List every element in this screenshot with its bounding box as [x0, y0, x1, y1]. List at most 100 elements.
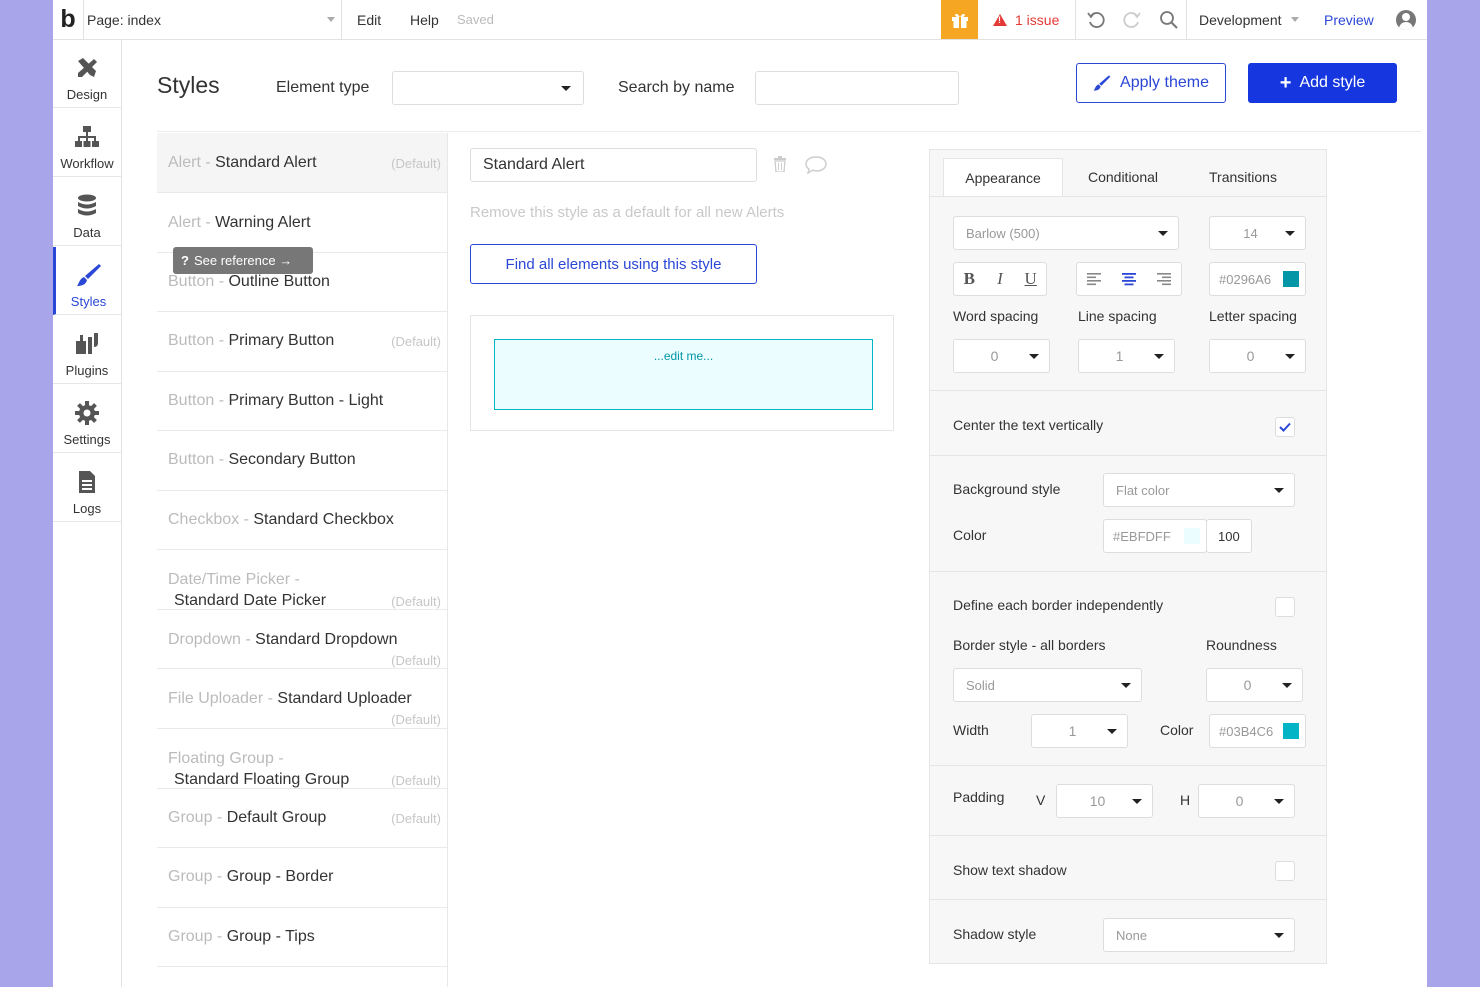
- nav-plugins[interactable]: Plugins: [53, 316, 121, 384]
- preview-alert: ...edit me...: [494, 339, 873, 410]
- default-badge: (Default): [391, 811, 441, 826]
- checkmark-icon: [1279, 422, 1291, 432]
- style-name: Warning Alert: [215, 214, 311, 231]
- style-category: Button -: [168, 273, 225, 290]
- page-selector[interactable]: Page: index: [87, 0, 337, 39]
- font-size-select[interactable]: 14: [1209, 216, 1306, 250]
- border-width-select[interactable]: 1: [1031, 714, 1128, 748]
- account-button[interactable]: [1395, 0, 1417, 39]
- style-list-item[interactable]: Group - Group - Border: [157, 848, 447, 908]
- style-list-item[interactable]: Button - Secondary Button: [157, 431, 447, 491]
- undo-button[interactable]: [1081, 0, 1111, 39]
- border-color-value: #03B4C6: [1219, 723, 1274, 739]
- bold-button[interactable]: B: [957, 269, 981, 289]
- roundness-select[interactable]: 0: [1206, 668, 1303, 702]
- padding-h-label: H: [1180, 792, 1191, 808]
- preview-link[interactable]: Preview: [1324, 0, 1374, 39]
- border-independent-checkbox[interactable]: [1275, 597, 1295, 617]
- style-list-item[interactable]: Alert - Standard Alert (Default): [157, 133, 447, 193]
- style-list-item[interactable]: Alert - Warning Alert: [157, 193, 447, 253]
- padding-vertical-select[interactable]: 10: [1056, 784, 1153, 818]
- text-shadow-checkbox[interactable]: [1275, 861, 1295, 881]
- style-category: Dropdown -: [168, 631, 251, 648]
- nav-design[interactable]: Design: [53, 40, 121, 108]
- trash-icon[interactable]: [773, 156, 787, 172]
- issues-indicator[interactable]: 1 issue: [993, 0, 1059, 39]
- apply-theme-button[interactable]: Apply theme: [1076, 63, 1226, 103]
- border-color-picker[interactable]: #03B4C6: [1209, 714, 1306, 748]
- style-list-item[interactable]: Group - Group - Tips: [157, 908, 447, 967]
- menu-edit[interactable]: Edit: [357, 0, 381, 39]
- style-list-item[interactable]: Checkbox - Standard Checkbox: [157, 491, 447, 550]
- center-vertically-label: Center the text vertically: [953, 417, 1104, 433]
- style-list-item[interactable]: Floating Group - Standard Floating Group…: [157, 729, 447, 789]
- nav-data[interactable]: Data: [53, 178, 121, 246]
- align-center-icon[interactable]: [1121, 272, 1136, 286]
- shadow-style-select[interactable]: None: [1103, 918, 1295, 952]
- center-vertically-checkbox[interactable]: [1275, 417, 1295, 437]
- color-swatch: [1184, 528, 1200, 544]
- border-style-select[interactable]: Solid: [953, 668, 1142, 702]
- find-elements-button[interactable]: Find all elements using this style: [470, 244, 757, 284]
- redo-button[interactable]: [1117, 0, 1147, 39]
- letter-spacing-select[interactable]: 0: [1209, 339, 1306, 373]
- padding-label: Padding: [953, 789, 1005, 805]
- workflow-icon: [74, 124, 100, 150]
- border-style-value: Solid: [966, 677, 995, 693]
- top-bar: b Page: index Edit Help Saved 1 issue De…: [53, 0, 1427, 40]
- style-preview: ...edit me...: [470, 315, 894, 431]
- add-style-button[interactable]: + Add style: [1248, 63, 1397, 103]
- question-icon: ?: [181, 253, 189, 268]
- font-size-value: 14: [1243, 225, 1258, 241]
- underline-button[interactable]: U: [1019, 269, 1043, 289]
- tab-appearance[interactable]: Appearance: [943, 158, 1063, 196]
- italic-button[interactable]: I: [988, 269, 1012, 289]
- style-list-item[interactable]: Button - Primary Button (Default): [157, 312, 447, 372]
- padding-horizontal-select[interactable]: 0: [1198, 784, 1295, 818]
- style-name-input[interactable]: Standard Alert: [470, 148, 757, 182]
- nav-workflow[interactable]: Workflow: [53, 109, 121, 177]
- bubble-logo[interactable]: b: [55, 0, 81, 39]
- tab-conditional[interactable]: Conditional: [1063, 158, 1183, 196]
- word-spacing-label: Word spacing: [953, 308, 1039, 324]
- word-spacing-select[interactable]: 0: [953, 339, 1050, 373]
- font-family-value: Barlow (500): [966, 225, 1040, 241]
- style-list-item[interactable]: Date/Time Picker - Standard Date Picker …: [157, 550, 447, 610]
- environment-selector[interactable]: Development: [1199, 0, 1299, 39]
- preview-text: ...edit me...: [653, 349, 714, 363]
- nav-styles[interactable]: Styles: [53, 247, 121, 315]
- style-list-item[interactable]: Dropdown - Standard Dropdown (Default): [157, 610, 447, 669]
- align-left-icon[interactable]: [1087, 272, 1102, 286]
- style-list-item[interactable]: Button - Primary Button - Light: [157, 372, 447, 431]
- background-color-picker[interactable]: #EBFDFF: [1103, 519, 1207, 553]
- comment-icon[interactable]: [805, 156, 827, 174]
- tab-transitions[interactable]: Transitions: [1183, 158, 1303, 196]
- search-input[interactable]: [755, 71, 959, 105]
- element-type-select[interactable]: [392, 71, 584, 105]
- gift-button[interactable]: [941, 0, 978, 39]
- chevron-down-icon: [1274, 799, 1284, 804]
- background-style-select[interactable]: Flat color: [1103, 473, 1295, 507]
- style-category: Group -: [168, 928, 223, 945]
- divider: [930, 455, 1326, 456]
- nav-logs[interactable]: Logs: [53, 454, 121, 522]
- align-right-icon[interactable]: [1156, 272, 1171, 286]
- divider: [1075, 0, 1076, 39]
- font-family-select[interactable]: Barlow (500): [953, 216, 1179, 250]
- divider: [1186, 0, 1187, 39]
- remove-default-link[interactable]: Remove this style as a default for all n…: [470, 204, 784, 221]
- nav-settings[interactable]: Settings: [53, 385, 121, 453]
- shadow-style-label: Shadow style: [953, 926, 1037, 942]
- line-spacing-select[interactable]: 1: [1078, 339, 1175, 373]
- font-color-picker[interactable]: #0296A6: [1209, 262, 1306, 296]
- style-list-item[interactable]: Group - Default Group (Default): [157, 789, 447, 848]
- search-button[interactable]: [1154, 0, 1184, 39]
- background-opacity-input[interactable]: 100: [1206, 519, 1252, 553]
- chevron-down-icon: [1029, 354, 1039, 359]
- roundness-value: 0: [1243, 677, 1252, 693]
- see-reference-tooltip[interactable]: ? See reference →: [173, 247, 313, 274]
- style-list-item[interactable]: File Uploader - Standard Uploader (Defau…: [157, 669, 447, 729]
- divider: [930, 899, 1326, 900]
- menu-help[interactable]: Help: [410, 0, 439, 39]
- default-badge: (Default): [391, 712, 441, 727]
